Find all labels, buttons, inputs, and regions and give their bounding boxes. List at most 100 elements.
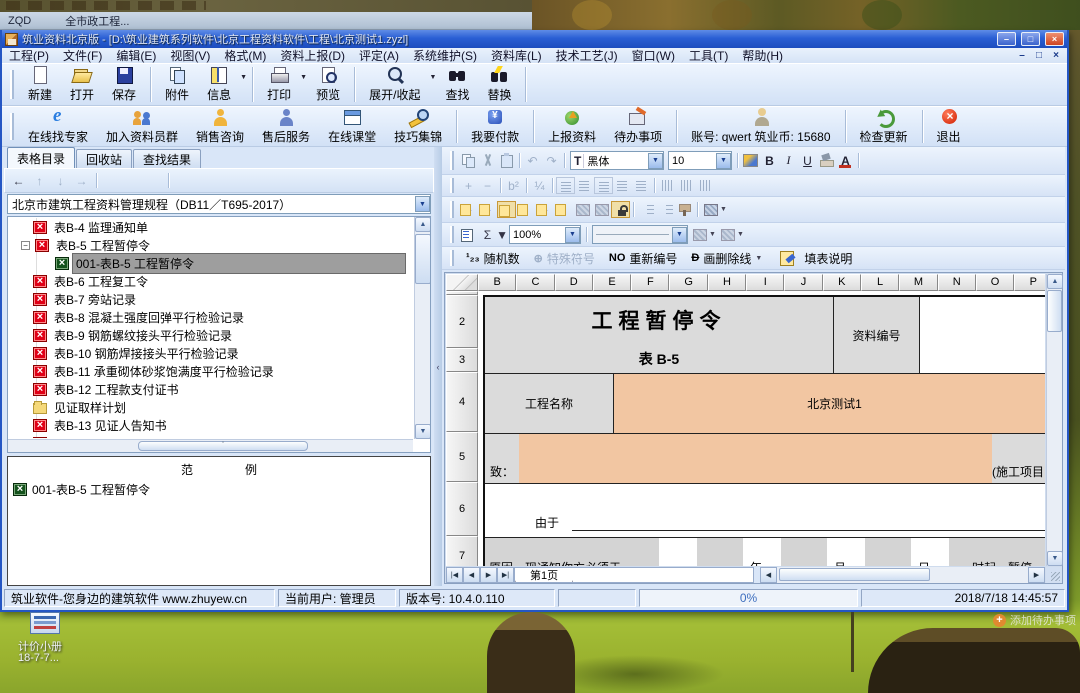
desktop-icon-label2[interactable]: 18-7-7...	[18, 652, 59, 664]
tree-item[interactable]: 见证取样计划	[9, 398, 413, 416]
print-button[interactable]: 打印▼	[258, 65, 307, 104]
tree-scroll-thumb[interactable]	[415, 234, 431, 284]
info-button-dropdown-icon[interactable]: ▼	[240, 74, 247, 81]
filter-button[interactable]	[174, 172, 193, 189]
toolbar-grip[interactable]	[450, 201, 454, 219]
addressee-label[interactable]: 致：	[485, 434, 519, 483]
open-button[interactable]: 打开	[61, 65, 103, 104]
minimize-button[interactable]: –	[997, 32, 1016, 46]
notice-lead-cell[interactable]: 原因，现通知你方必须于	[485, 538, 659, 566]
fill-color-icon[interactable]	[817, 152, 836, 169]
tree-item[interactable]: ×表B-6 工程复工令	[9, 272, 413, 290]
column-header-K[interactable]: K	[823, 274, 861, 291]
menu-project[interactable]: 工程(P)	[2, 47, 56, 64]
paste-icon[interactable]	[497, 152, 516, 169]
insert-column-button[interactable]: ←	[459, 201, 478, 218]
exit-button[interactable]: 退出	[928, 107, 970, 146]
doc-number-cell[interactable]: 资料编号	[834, 297, 920, 373]
attachment-button[interactable]: 附件	[156, 65, 198, 104]
strike-line-button-dropdown-icon[interactable]: ▼	[755, 255, 762, 262]
check-update-button[interactable]: 检查更新	[851, 107, 917, 146]
menu-assess[interactable]: 评定(A)	[352, 47, 406, 64]
column-header-J[interactable]: J	[784, 274, 822, 291]
insert-image-button-dropdown-icon[interactable]: ▼	[720, 206, 727, 213]
tree-expander-icon[interactable]: −	[21, 241, 30, 250]
notice-blank-cell[interactable]	[769, 538, 781, 566]
notice-tail-cell[interactable]: 时起，暂停	[949, 538, 1045, 566]
form-title-cell[interactable]: 工程暂停令 表 B-5	[485, 297, 834, 373]
notice-fill-block[interactable]	[865, 538, 911, 566]
tree-item[interactable]: ×表B-4 监理通知单	[9, 218, 413, 236]
fill-pattern2-button[interactable]	[592, 201, 611, 218]
combo-dropdown-icon[interactable]: ▼	[415, 196, 430, 212]
notice-blank-cell[interactable]	[853, 538, 865, 566]
scroll-up-icon[interactable]: ▲	[415, 217, 431, 232]
tree-vertical-scrollbar[interactable]: ▲ ▼	[414, 217, 430, 439]
row-header-6[interactable]: 6	[446, 482, 478, 536]
row-header-2[interactable]: 2	[446, 295, 478, 348]
renumber-button[interactable]: NO重新编号	[602, 250, 685, 267]
lock-cell-button[interactable]	[611, 201, 630, 218]
insert-image-button[interactable]	[701, 201, 720, 218]
mdi-close-button[interactable]: ×	[1049, 50, 1063, 61]
tree-item[interactable]: ×表B-7 旁站记录	[9, 290, 413, 308]
aftersale-service-button[interactable]: 售后服务	[253, 107, 319, 146]
notice-fill-block[interactable]	[697, 538, 743, 566]
toolbar-grip[interactable]	[450, 151, 454, 170]
column-header-D[interactable]: D	[555, 274, 593, 291]
nav-back-button[interactable]: ←	[9, 172, 28, 189]
row-header-5[interactable]: 5	[446, 432, 478, 482]
column-header-M[interactable]: M	[899, 274, 937, 291]
column-header-L[interactable]: L	[861, 274, 899, 291]
tree-item[interactable]: ×表B-13 见证人告知书	[9, 416, 413, 434]
row-header-4[interactable]: 4	[446, 372, 478, 432]
cut-icon[interactable]	[478, 152, 497, 169]
column-header-C[interactable]: C	[516, 274, 554, 291]
scroll-down-icon[interactable]: ▼	[415, 424, 431, 439]
sheet-horizontal-scrollbar[interactable]: ◀ ▶	[760, 567, 1045, 583]
form-canvas[interactable]: 工程暂停令 表 B-5 资料编号 工程名称 北京测试1	[478, 291, 1045, 566]
zoom-dropdown-icon[interactable]: ▼	[565, 227, 580, 243]
tree-item[interactable]: ×表B-12 工程款支付证书	[9, 380, 413, 398]
bold-icon[interactable]: B	[760, 152, 779, 169]
menu-file[interactable]: 文件(F)	[56, 47, 109, 64]
notice-fill-block[interactable]	[781, 538, 827, 566]
tab-search-results[interactable]: 查找结果	[133, 149, 201, 168]
menu-help[interactable]: 帮助(H)	[735, 47, 790, 64]
example-item[interactable]: × 001-表B-5 工程暂停令	[8, 481, 430, 498]
tab-form-catalog[interactable]: 表格目录	[7, 147, 75, 168]
reason-fill-line[interactable]	[572, 530, 1045, 531]
blank-cell[interactable]	[920, 297, 1045, 373]
copy-form-button[interactable]	[123, 172, 142, 189]
add-icon[interactable]: +	[993, 614, 1006, 627]
find-button[interactable]: 查找	[436, 65, 478, 104]
toolbar-grip[interactable]	[10, 70, 14, 99]
menu-view[interactable]: 视图(V)	[163, 47, 217, 64]
preview-button[interactable]: 预览	[307, 65, 349, 104]
tree-hscroll-thumb[interactable]: ˇ	[138, 441, 308, 451]
tree-item[interactable]: ×表B-9 钢筋螺纹接头平行检验记录	[9, 326, 413, 344]
last-page-button[interactable]: ▶|	[497, 567, 514, 583]
replace-button[interactable]: 替换	[478, 65, 520, 104]
toolbar-grip[interactable]	[450, 226, 454, 242]
desktop-icon[interactable]	[30, 612, 60, 634]
online-class-button[interactable]: 在线课堂	[319, 107, 385, 146]
save-button[interactable]: 保存	[103, 65, 145, 104]
zoom-combo[interactable]: 100%▼	[509, 225, 581, 244]
info-button[interactable]: 信息▼	[198, 65, 247, 104]
print-button-dropdown-icon[interactable]: ▼	[300, 74, 307, 81]
first-page-button[interactable]: |◀	[446, 567, 463, 583]
sheet-vertical-scrollbar[interactable]: ▲ ▼	[1046, 274, 1062, 566]
expand-collapse-button[interactable]: 展开/收起▼	[360, 65, 436, 104]
line-dropdown-icon[interactable]: ▼	[672, 227, 687, 243]
scroll-up-icon[interactable]: ▲	[1047, 274, 1063, 289]
mdi-minimize-button[interactable]: –	[1015, 50, 1029, 61]
addressee-input-cell[interactable]	[519, 434, 992, 483]
sheet-tab-page1[interactable]: 第1页	[515, 568, 573, 582]
reason-row[interactable]: 由于	[485, 484, 1045, 538]
tree-item[interactable]: ×表B-11 承重砌体砂浆饱满度平行检验记录	[9, 362, 413, 380]
copy-icon[interactable]	[459, 152, 478, 169]
italic-icon[interactable]: I	[779, 152, 798, 169]
font-color-icon[interactable]: A	[836, 152, 855, 169]
strike-line-button[interactable]: Đ画删除线▼	[684, 250, 771, 267]
